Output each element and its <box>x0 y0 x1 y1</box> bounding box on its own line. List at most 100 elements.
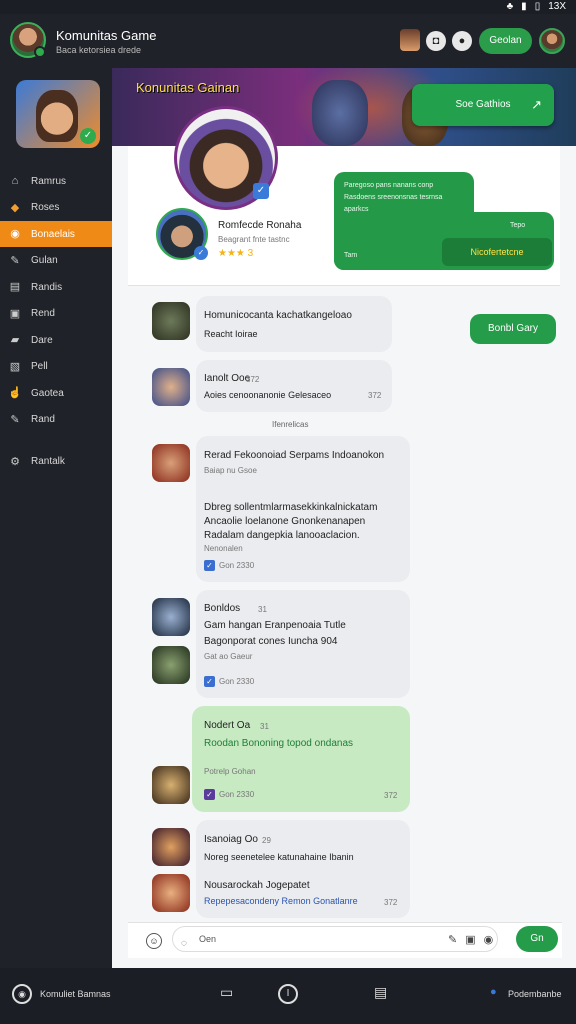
pen-icon[interactable]: ✎ <box>448 933 457 946</box>
list-icon[interactable]: ▤ <box>374 984 387 1001</box>
message-count: 372 <box>246 375 260 384</box>
message-time: 372 <box>368 391 382 400</box>
bottom-left-label[interactable]: Komuliet Bamnas <box>40 989 111 999</box>
sidebar-item-pell[interactable]: ▧ Pell <box>0 354 112 380</box>
message-line: aparkcs <box>344 206 369 213</box>
sender-avatar[interactable] <box>152 368 190 406</box>
send-button[interactable]: Gn <box>516 926 558 952</box>
message-footer: ✓ Gon 2330 <box>204 789 254 800</box>
profile-subtitle: Beagrant fnte tastnc <box>218 235 290 244</box>
sidebar-item-label: Randis <box>31 281 63 293</box>
reply-pill-button[interactable]: Bonbl Gary <box>470 314 556 344</box>
character-icon[interactable] <box>400 29 420 51</box>
message-line: Potrelp Gohan <box>204 767 256 776</box>
sender-avatar[interactable] <box>152 874 190 912</box>
sidebar-item-bonaelais[interactable]: ◉ Bonaelais <box>0 221 112 247</box>
profile-face <box>36 90 78 142</box>
pen-icon: ✎ <box>10 254 20 267</box>
mic-icon[interactable]: ◉ <box>484 933 494 946</box>
header-action-button[interactable]: Geolan <box>479 28 532 54</box>
sidebar-nav: ⌂ Ramrus ◆ Roses ◉ Bonaelais ✎ Gulan ▤ Randis… <box>0 168 112 475</box>
message-meta: Baiap nu Gsoe <box>204 466 257 475</box>
message-line: Bagonporat cones Iuncha 904 <box>204 636 338 647</box>
verified-icon: ✓ <box>253 183 269 199</box>
emoji-icon[interactable]: ☺ <box>146 933 162 949</box>
message-count: 31 <box>260 722 269 731</box>
sidebar-item-label: Ramrus <box>31 175 67 187</box>
message-bubble[interactable] <box>196 296 392 352</box>
sidebar-item-label: Bonaelais <box>31 228 75 240</box>
chat-panel: ✓ ✓ Romfecde Ronaha Beagrant fnte tastnc… <box>112 106 576 968</box>
community-icon[interactable]: ◉ <box>12 984 32 1004</box>
footer-text: Gon 2330 <box>219 677 255 686</box>
sidebar-item-rend[interactable]: ▣ Rend <box>0 301 112 327</box>
check-icon: ✓ <box>80 128 96 144</box>
reaction-button[interactable]: Nicofertetcne <box>442 238 552 266</box>
message-line: Rasdoens sreenonsnas tesrnsa <box>344 194 443 201</box>
bottom-right-label[interactable]: Podembanbe <box>508 989 562 999</box>
attach-icon: ◌ <box>181 938 187 949</box>
doc-icon: ▧ <box>9 360 21 373</box>
check-icon: ✓ <box>194 246 208 260</box>
chat-icon: ◉ <box>10 228 20 240</box>
banner-title: Konunitas Gainan <box>136 80 240 95</box>
footer-text: Gon 2330 <box>219 561 255 570</box>
sidebar-item-gaotea[interactable]: ☝ Gaotea <box>0 380 112 406</box>
sender-avatar[interactable] <box>152 444 190 482</box>
message-bubble[interactable] <box>196 360 392 412</box>
sender-avatar[interactable] <box>152 766 190 804</box>
settings-icon: ⚙ <box>10 455 20 468</box>
app-subtitle: Baca ketorsiea drede <box>56 45 142 55</box>
list-icon: ▤ <box>9 281 21 293</box>
rating-stars: ★★★ 3 <box>218 248 254 259</box>
bag-icon: ▰ <box>10 334 20 346</box>
signal-icon: ▮ <box>521 1 527 12</box>
sidebar-item-ramrus[interactable]: ⌂ Ramrus <box>0 168 112 194</box>
check-icon: ✓ <box>204 676 215 687</box>
sidebar-item-label: Rend <box>31 308 55 319</box>
chat-bubble-icon[interactable]: ● <box>452 31 472 51</box>
sender-avatar[interactable] <box>152 646 190 684</box>
sidebar-item-rantalk[interactable]: ⚙ Rantalk <box>0 449 112 475</box>
banner-action-button[interactable]: Soe Gathios ↗ <box>412 84 554 126</box>
message-title: Ianolt Ooe <box>204 373 251 384</box>
message-time: Tepo <box>510 222 526 229</box>
battery-icon: ▯ <box>534 1 541 12</box>
outgoing-message[interactable]: Paregoso pans nanans conp Rasdoens sreen… <box>334 172 558 270</box>
sender-avatar[interactable] <box>152 828 190 866</box>
message-line: Dbreg sollentmlarmasekkinkalnickatam <box>204 502 378 513</box>
sidebar-item-randis[interactable]: ▤ Randis <box>0 274 112 300</box>
message-line: Roodan Bononing topod ondanas <box>204 738 354 749</box>
sidebar-profile-card[interactable]: ✓ <box>16 80 100 148</box>
featured-avatar[interactable]: ✓ <box>174 106 278 210</box>
sender-avatar[interactable] <box>152 598 190 636</box>
message-line: Repepesacondeny Remon Gonatlanre <box>204 896 358 906</box>
member-avatar[interactable]: ✓ <box>156 208 208 260</box>
sender-avatar[interactable] <box>152 302 190 340</box>
chat-icon[interactable]: ▭ <box>220 984 233 1001</box>
arrow-icon: ↗ <box>531 97 542 112</box>
footer-text: Gon 2330 <box>219 790 255 799</box>
message-time: Tam <box>344 252 358 259</box>
sidebar-item-label: Gaotea <box>31 387 64 399</box>
message-line: Ancaolie loelanone Gnonkenanapen <box>204 516 366 527</box>
notification-icon[interactable]: ◘ <box>426 31 446 51</box>
message-time: 372 <box>384 898 398 907</box>
image-icon[interactable]: ▣ <box>465 933 475 946</box>
profile-avatar[interactable] <box>539 28 565 54</box>
message-time: 372 <box>384 791 398 800</box>
message-footer: ✓ Gon 2330 <box>204 676 254 687</box>
sidebar-item-gulan[interactable]: ✎ Gulan <box>0 248 112 274</box>
top-app-bar: Komunitas Game Baca ketorsiea drede ◘ ● … <box>0 14 576 68</box>
input-placeholder: Oen <box>199 934 217 944</box>
message-title: Rerad Fekoonoiad Serpams Indoanokon <box>204 450 385 461</box>
check-icon: ✓ <box>204 560 215 571</box>
composer-tools: ✎ ▣ ◉ <box>448 933 493 946</box>
sidebar-item-label: Pell <box>31 361 48 372</box>
sidebar-item-dare[interactable]: ▰ Dare <box>0 327 112 353</box>
sidebar-item-rand[interactable]: ✎ Rand <box>0 407 112 433</box>
clock-text: 13X <box>548 1 566 12</box>
sidebar-item-roses[interactable]: ◆ Roses <box>0 195 112 221</box>
power-icon[interactable]: I <box>278 984 298 1004</box>
message-title: Bonldos <box>204 603 241 614</box>
